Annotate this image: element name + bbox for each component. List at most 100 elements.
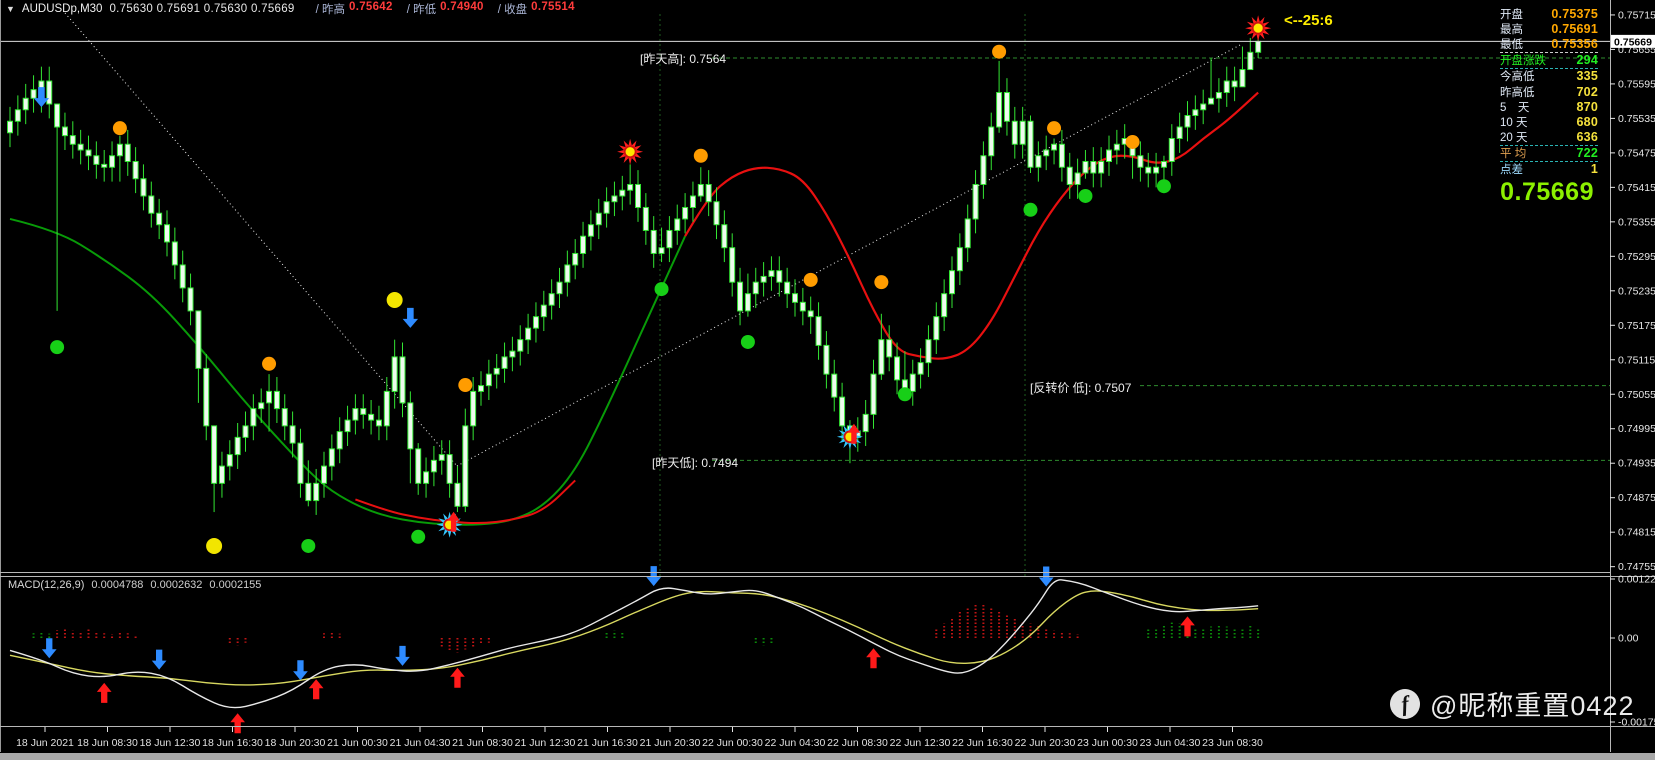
candlestick [328,448,335,467]
signal-dot [301,538,316,553]
svg-text:0.75535: 0.75535 [1618,113,1655,125]
chart-title-bar: ▼ AUDUSDp,M30 0.75630 0.75691 0.75630 0.… [6,1,575,17]
candlestick [823,344,830,375]
candlestick [799,301,806,312]
candlestick [713,201,720,226]
svg-text:0.75715: 0.75715 [1618,9,1655,21]
candlestick [132,160,139,180]
svg-text:0.75669: 0.75669 [1614,36,1652,48]
candlestick [1027,120,1034,168]
header-stats: / 昨高 0.75642 / 昨低 0.74940 / 收盘 0.75514 [302,1,575,17]
symbol-dropdown-icon[interactable]: ▼ [6,4,15,14]
signal-dot [411,529,426,544]
svg-text:0.74875: 0.74875 [1618,492,1655,504]
candlestick [1208,97,1215,105]
svg-text:22 Jun 04:30: 22 Jun 04:30 [765,737,826,749]
header-stat: / 昨低 0.74940 [406,1,484,16]
candlestick [1168,138,1175,162]
candlestick [831,373,838,398]
candlestick [721,224,728,249]
candlestick [124,143,131,162]
candlestick [30,89,37,99]
candlestick [1011,120,1018,145]
candlestick [807,310,814,318]
candlestick [682,206,689,220]
candlestick [650,229,657,254]
svg-text:0.75475: 0.75475 [1618,147,1655,159]
candlestick [729,247,736,283]
candlestick [336,431,343,450]
candlestick [305,482,312,502]
candlestick [540,304,547,318]
candlestick [281,408,288,427]
candlestick [689,195,696,208]
signal-dot [458,378,473,393]
macd-name-label: MACD(12,26,9) [8,579,85,591]
candlestick [1231,80,1238,88]
candlestick [1160,160,1167,168]
macd-value: 0.0002155 [209,579,262,591]
svg-text:0.001229: 0.001229 [1618,574,1655,586]
candlestick [627,183,634,191]
signal-dot [386,292,403,308]
candlestick [156,212,163,226]
mt4-chart-window: 0.75715 0.75655 0.75595 0.75535 0.75475 0.754… [0,0,1655,760]
candlestick [752,281,759,295]
candlestick [258,402,265,410]
info-row: 今高低 335 [1500,69,1598,84]
info-row: 10 天 680 [1500,114,1598,129]
candlestick [1215,92,1222,99]
candlestick [784,281,791,295]
macd-values: 0.0004788 0.0002632 0.0002155 [91,579,261,591]
signal-dot [112,121,127,136]
candlestick [1106,149,1112,162]
candlestick [77,143,84,151]
macd-histogram [32,603,1260,653]
candlestick [909,373,916,392]
chart-canvas[interactable]: 0.757150.756550.755950.755350.754750.754… [0,0,1655,760]
candlestick [509,350,516,358]
signal-dot [1156,179,1171,194]
svg-text:0.75295: 0.75295 [1618,251,1655,263]
candlestick [148,195,155,214]
candlestick [548,293,555,306]
candlestick [1176,126,1183,140]
svg-text:21 Jun 16:30: 21 Jun 16:30 [577,737,638,749]
candlestick [7,120,13,134]
candlestick [1239,69,1246,88]
svg-text:0.75415: 0.75415 [1618,182,1655,194]
candlestick [870,373,877,415]
candlestick [1223,80,1230,94]
candlestick [109,155,116,168]
candlestick [226,454,233,467]
signal-dot [206,537,223,554]
candles-layer [7,28,1262,515]
candlestick [407,402,414,450]
candlestick [101,163,108,168]
candlestick [1113,143,1120,151]
price-axis: 0.757150.756550.755950.755350.754750.754… [1610,9,1655,573]
candlestick [611,195,618,203]
candlestick [1035,155,1042,168]
watermark: f @昵称重置0422 [1388,684,1634,723]
info-row-label: 最低 [1500,38,1523,51]
candlestick [642,206,649,231]
info-row-value: 636 [1576,130,1598,145]
signal-dot [740,334,755,349]
market-info-panel: 开盘 0.75375 最高 0.75691 最低 0.75356 开盘涨跌 294 今高低 335… [1500,6,1598,177]
red-up-arrow-icon [308,679,324,700]
candlestick [54,103,61,128]
svg-text:0.75175: 0.75175 [1618,320,1655,332]
candlestick [792,293,798,303]
candlestick [1082,160,1089,174]
macd-value: 0.0004788 [91,579,144,591]
candlestick [839,396,846,427]
candlestick [218,465,225,484]
candlestick [61,126,68,137]
candlestick [368,413,375,421]
candlestick [14,109,21,122]
info-row-value: 335 [1576,69,1598,84]
svg-text:23 Jun 04:30: 23 Jun 04:30 [1140,737,1201,749]
candlestick [164,224,170,243]
candlestick [179,264,186,289]
